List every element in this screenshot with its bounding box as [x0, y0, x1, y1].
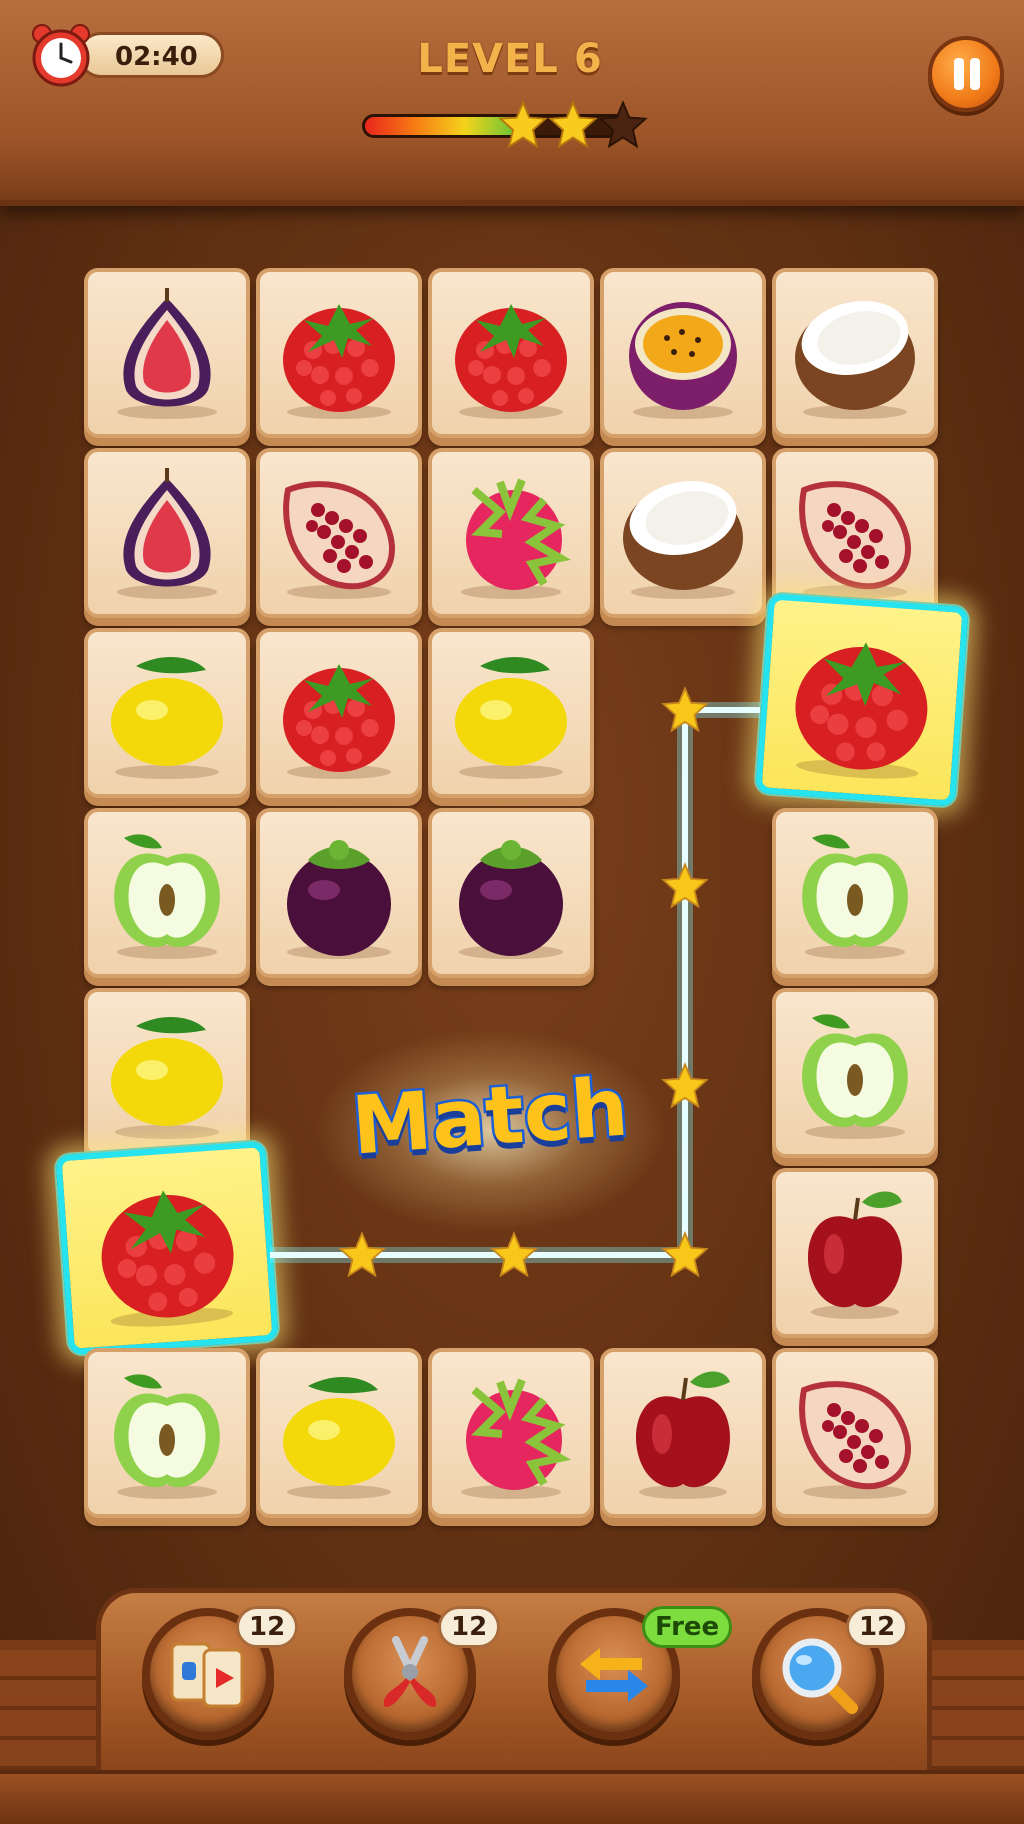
tile-raspberry-selected[interactable] [55, 1140, 279, 1356]
tile-red-apple[interactable] [600, 1348, 766, 1518]
pomegranate-icon [784, 460, 926, 606]
rating-stars [499, 101, 647, 148]
tile-coconut[interactable] [600, 448, 766, 618]
tray-front [0, 1770, 1024, 1824]
dragon-fruit-icon [440, 1360, 582, 1506]
tile-lemon[interactable] [428, 628, 594, 798]
tile-fig[interactable] [84, 268, 250, 438]
raspberry-icon [283, 304, 395, 419]
pliers-count: 12 [438, 1606, 501, 1648]
raspberry-icon [455, 304, 567, 419]
shuffle-free-badge: Free [642, 1606, 733, 1648]
magnifier-icon [782, 1638, 858, 1714]
tile-pomegranate[interactable] [772, 448, 938, 618]
tile-pomegranate[interactable] [772, 1348, 938, 1518]
coconut-icon [794, 291, 916, 419]
tile-passion-fruit[interactable] [600, 268, 766, 438]
star-filled-icon [549, 101, 597, 148]
lemon-icon [283, 1377, 395, 1499]
tile-coconut[interactable] [772, 268, 938, 438]
match-label: Match [346, 1058, 633, 1175]
pliers-icon [383, 1636, 437, 1707]
tile-dragon-fruit[interactable] [428, 448, 594, 618]
star-empty-icon [599, 101, 647, 148]
tile-raspberry-selected[interactable] [755, 593, 969, 807]
raspberry-icon [283, 664, 395, 779]
tile-red-apple[interactable] [772, 1168, 938, 1338]
raspberry-icon [790, 637, 932, 783]
dragon-fruit-icon [440, 460, 582, 606]
red-apple-icon [805, 1189, 905, 1321]
coconut-icon [622, 471, 744, 599]
pause-button[interactable] [928, 36, 1004, 112]
tile-mangosteen[interactable] [428, 808, 594, 978]
lemon-icon [111, 1017, 223, 1139]
tile-raspberry[interactable] [428, 268, 594, 438]
tile-green-apple[interactable] [772, 988, 938, 1158]
fig-icon [115, 286, 219, 421]
swap-cards-count: 12 [236, 1606, 299, 1648]
tile-pomegranate[interactable] [256, 448, 422, 618]
pomegranate-icon [784, 1360, 926, 1506]
green-apple-icon [114, 834, 220, 959]
alarm-clock-icon [32, 24, 90, 87]
magnifier-count: 12 [846, 1606, 909, 1648]
match-banner: Match [330, 1058, 650, 1180]
tile-lemon[interactable] [84, 628, 250, 798]
passion-fruit-icon [629, 302, 737, 419]
tile-green-apple[interactable] [84, 1348, 250, 1518]
tile-green-apple[interactable] [772, 808, 938, 978]
green-apple-icon [114, 1374, 220, 1499]
lemon-icon [455, 657, 567, 779]
mangosteen-icon [459, 840, 563, 959]
mangosteen-icon [287, 840, 391, 959]
fig-icon [115, 466, 219, 601]
tile-green-apple[interactable] [84, 808, 250, 978]
tile-raspberry[interactable] [256, 628, 422, 798]
lemon-icon [111, 657, 223, 779]
swap-cards-icon [170, 1642, 244, 1708]
green-apple-icon [802, 834, 908, 959]
star-filled-icon [499, 101, 547, 148]
red-apple-icon [633, 1369, 733, 1501]
tile-raspberry[interactable] [256, 268, 422, 438]
raspberry-icon [97, 1185, 239, 1331]
level-title: LEVEL 6 [417, 36, 603, 82]
tile-lemon[interactable] [84, 988, 250, 1158]
timer-text: 02:40 [115, 42, 198, 72]
green-apple-icon [802, 1014, 908, 1139]
tile-fig[interactable] [84, 448, 250, 618]
pomegranate-icon [268, 460, 410, 606]
shuffle-arrows-icon [580, 1648, 648, 1702]
tile-lemon[interactable] [256, 1348, 422, 1518]
tile-mangosteen[interactable] [256, 808, 422, 978]
tile-dragon-fruit[interactable] [428, 1348, 594, 1518]
timer-pill: 02:40 [78, 32, 224, 78]
